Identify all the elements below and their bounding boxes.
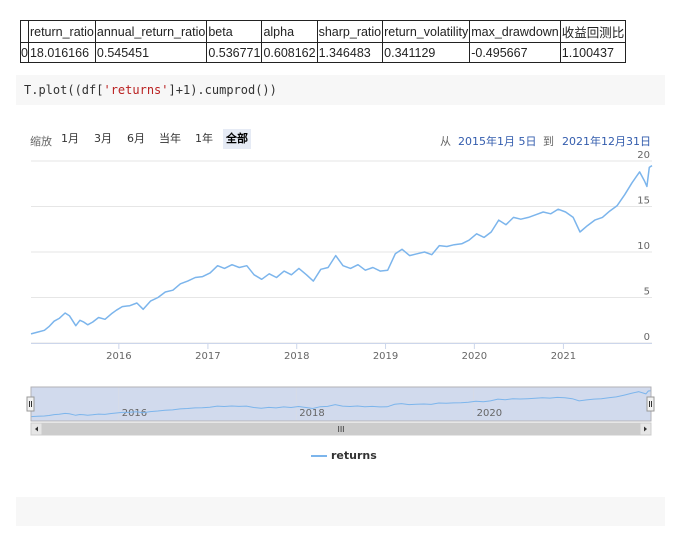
table-row: 0 18.016166 0.545451 0.536771 0.608162 1…: [20, 42, 627, 63]
legend-line-icon: [311, 455, 327, 457]
legend-label: returns: [331, 449, 377, 462]
metrics-row-index: 0: [20, 42, 29, 63]
y-tick-label: 15: [637, 196, 650, 207]
table-cell: 0.536771: [206, 42, 263, 63]
returns-chart: 0 5 10 15 20 2016 2017 2018 2019 2020 2021 2016 2018…: [26, 150, 655, 436]
series-line-returns: [30, 164, 653, 335]
table-cell: 1.346483: [316, 42, 384, 63]
metrics-header-max-drawdown: max_drawdown: [469, 20, 561, 43]
x-tick-label: 2017: [195, 351, 220, 362]
scrollbar-grip-icon: III: [337, 425, 344, 434]
navigator-tick-label: 2018: [299, 408, 324, 419]
metrics-header-return-volatility: return_volatility: [382, 20, 471, 43]
x-tick-label: 2016: [106, 351, 131, 362]
y-tick-label: 0: [644, 332, 650, 343]
y-tick-label: 5: [644, 287, 650, 298]
metrics-header-beta: beta: [206, 20, 263, 43]
code-line: T.plot((df['returns']+1).cumprod()): [24, 83, 277, 97]
code-cell[interactable]: T.plot((df['returns']+1).cumprod()): [16, 75, 665, 105]
metrics-header-annual-return-ratio: annual_return_ratio: [94, 20, 208, 43]
table-cell: 1.100437: [559, 42, 627, 63]
table-cell: -0.495667: [469, 42, 561, 63]
metrics-header-row: return_ratio annual_return_ratio beta al…: [20, 20, 627, 43]
x-tick-label: 2019: [373, 351, 398, 362]
navigator-tick-label: 2016: [122, 408, 147, 419]
navigator-handle-left[interactable]: [26, 396, 35, 412]
x-tick-label: 2018: [284, 351, 309, 362]
code-suffix: ]+1).cumprod()): [168, 83, 277, 97]
metrics-header-return-drawdown-ratio: 收益回测比: [559, 20, 627, 43]
table-cell: 0.545451: [94, 42, 208, 63]
code-prefix: T.plot((df[: [24, 83, 104, 97]
metrics-table: return_ratio annual_return_ratio beta al…: [20, 20, 627, 63]
chart-output: 缩放 1月 3月 6月 当年 1年 全部 从 2015年1月 5日 到 2021…: [16, 106, 665, 497]
legend-item-returns[interactable]: returns: [311, 449, 377, 462]
empty-code-cell[interactable]: [16, 497, 665, 526]
x-tick-label: 2020: [462, 351, 487, 362]
metrics-index-header: [20, 20, 29, 43]
x-tick-label: 2021: [551, 351, 576, 362]
y-tick-label: 10: [637, 241, 650, 252]
code-string: 'returns': [103, 83, 169, 97]
table-cell: 18.016166: [27, 42, 96, 63]
navigator-tick-label: 2020: [477, 408, 502, 419]
navigator-handle-right[interactable]: [646, 396, 655, 412]
metrics-header-return-ratio: return_ratio: [27, 20, 96, 43]
table-cell: 0.608162: [261, 42, 318, 63]
table-cell: 0.341129: [382, 42, 471, 63]
y-tick-label: 20: [637, 150, 650, 161]
metrics-header-alpha: alpha: [261, 20, 318, 43]
metrics-header-sharp-ratio: sharp_ratio: [316, 20, 384, 43]
